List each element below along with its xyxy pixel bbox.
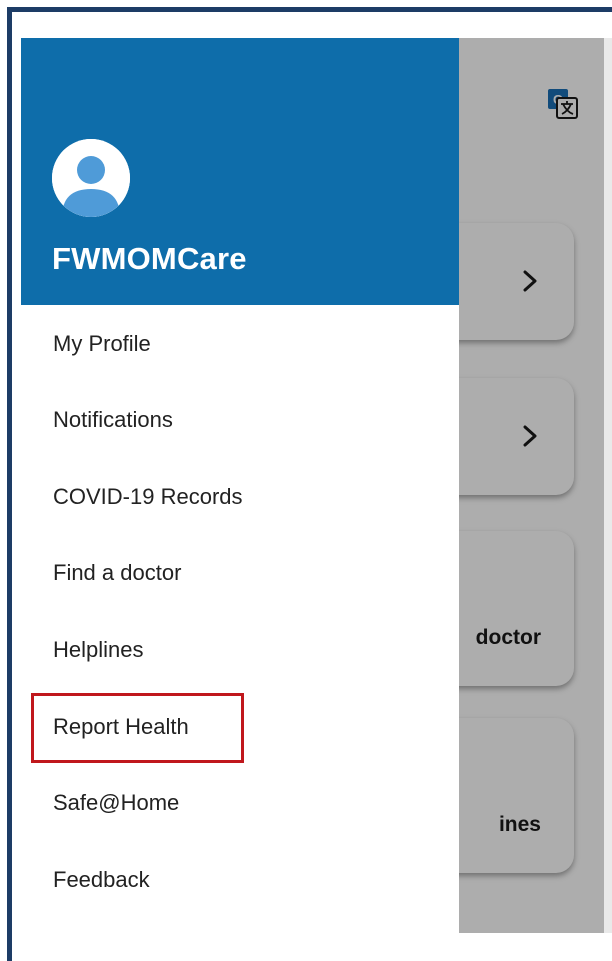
menu-item-find-doctor[interactable]: Find a doctor (53, 560, 181, 586)
avatar[interactable] (52, 139, 130, 217)
menu-item-feedback[interactable]: Feedback (53, 867, 150, 893)
menu-item-safe-at-home[interactable]: Safe@Home (53, 790, 179, 816)
app-name: FWMOMCare (52, 241, 247, 276)
menu-item-notifications[interactable]: Notifications (53, 407, 173, 433)
menu-item-helplines[interactable]: Helplines (53, 637, 144, 663)
menu-item-covid-records[interactable]: COVID-19 Records (53, 484, 243, 510)
navigation-drawer: FWMOMCare My Profile Notifications COVID… (21, 38, 459, 933)
right-edge (604, 38, 612, 933)
drawer-header: FWMOMCare (21, 38, 459, 305)
menu-item-my-profile[interactable]: My Profile (53, 331, 151, 357)
report-health-highlight-box (31, 693, 244, 763)
avatar-icon (52, 139, 130, 217)
